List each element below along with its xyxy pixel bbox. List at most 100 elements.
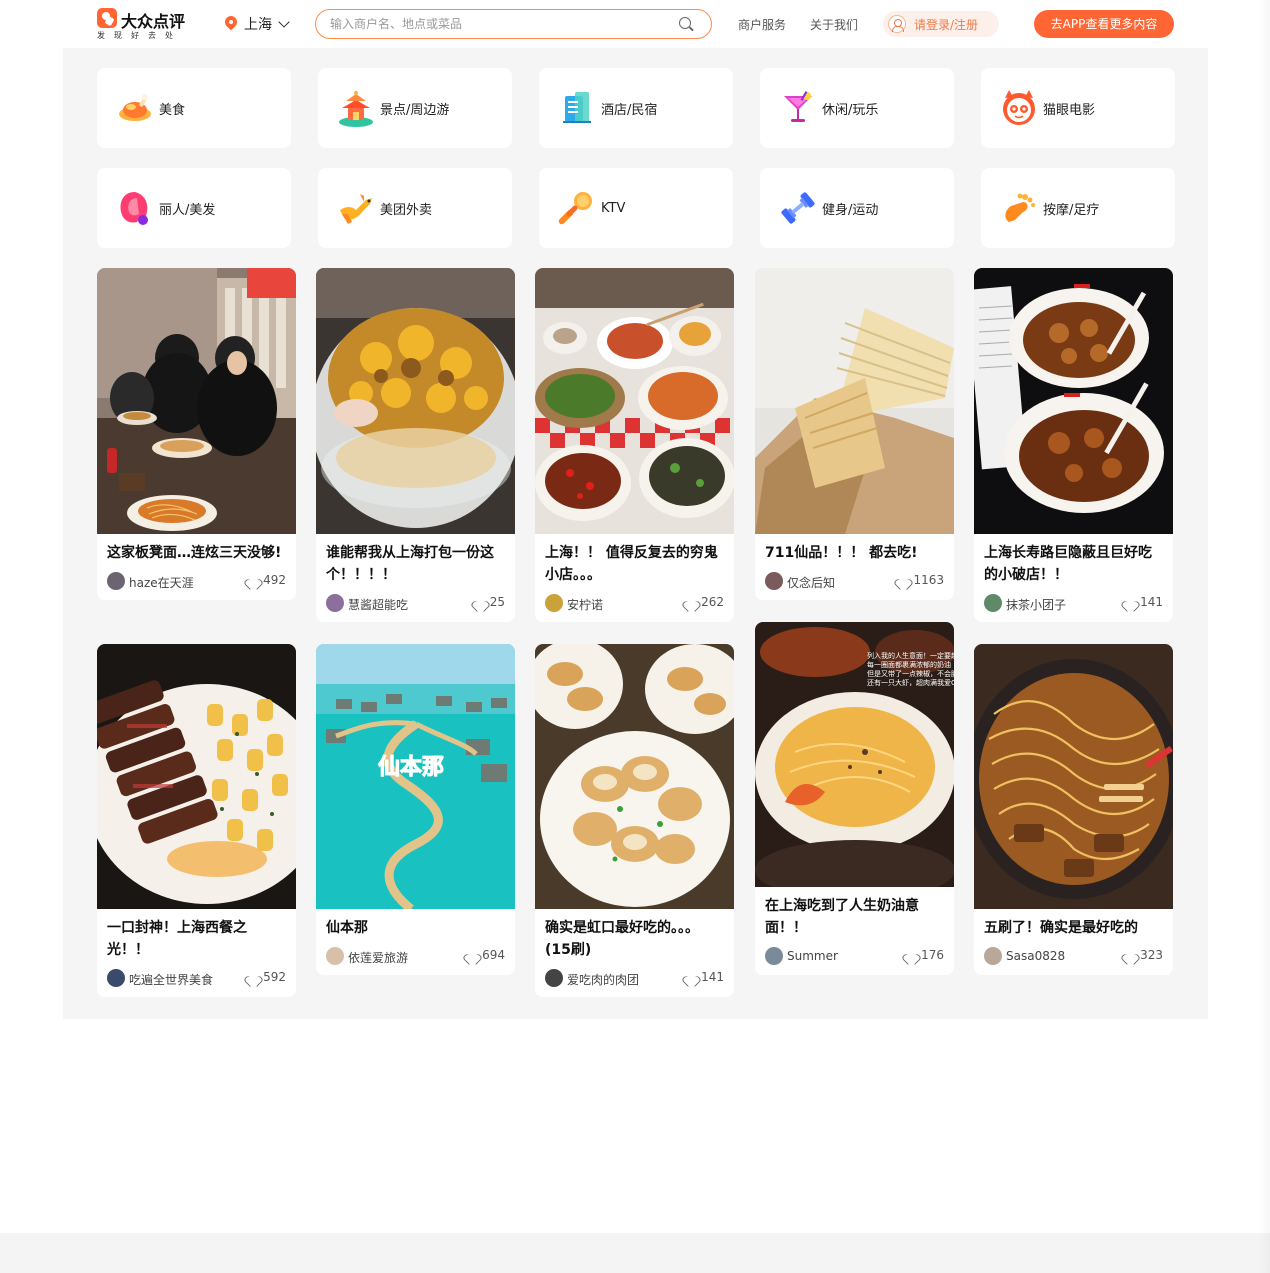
heart-icon: [905, 950, 917, 961]
heart-icon: [897, 575, 909, 586]
feed-meta: 仅念后知 1163: [755, 564, 954, 600]
feed-meta: 依莲爱旅游 694: [316, 939, 515, 975]
feed-card[interactable]: 这家板凳面…连炫三天没够! haze在天涯 492: [97, 268, 296, 600]
heart-icon: [1124, 597, 1136, 608]
like-button[interactable]: 141: [1124, 595, 1163, 609]
feed-username[interactable]: 吃遍全世界美食: [129, 971, 213, 988]
avatar[interactable]: [107, 969, 125, 987]
login-button[interactable]: 请登录/注册: [883, 11, 999, 37]
heart-icon: [466, 950, 478, 961]
category-hotel[interactable]: 酒店/民宿: [539, 68, 733, 148]
category-delivery[interactable]: 美团外卖: [318, 168, 512, 248]
like-button[interactable]: 323: [1124, 948, 1163, 962]
feed-card[interactable]: 谁能帮我从上海打包一份这个！！！！ 慧酱超能吃 25: [316, 268, 515, 622]
feed-card[interactable]: 711仙品！！！ 都去吃! 仅念后知 1163: [755, 268, 954, 600]
like-button[interactable]: 176: [905, 948, 944, 962]
like-button[interactable]: 492: [247, 573, 286, 587]
category-scenic[interactable]: 景点/周边游: [318, 68, 512, 148]
like-button[interactable]: 25: [474, 595, 505, 609]
search-icon[interactable]: [679, 17, 691, 29]
feed-card[interactable]: 五刷了！确实是最好吃的 Sasa0828 323: [974, 644, 1173, 975]
avatar[interactable]: [107, 572, 125, 590]
avatar[interactable]: [984, 947, 1002, 965]
feed-card[interactable]: 上海长寿路巨隐蔽且巨好吃的小破店！！ 抹茶小团子 141: [974, 268, 1173, 622]
kangaroo-icon: [336, 188, 376, 228]
feed-username[interactable]: Summer: [787, 949, 838, 963]
heart-icon: [247, 972, 259, 983]
feed-meta: Summer 176: [755, 939, 954, 975]
feed-card[interactable]: 一口封神！上海西餐之光！！ 吃遍全世界美食 592: [97, 644, 296, 997]
category-movie[interactable]: 猫眼电影: [981, 68, 1175, 148]
like-count: 25: [489, 595, 505, 609]
avatar[interactable]: [765, 572, 783, 590]
feed-username[interactable]: haze在天涯: [129, 574, 194, 591]
chevron-down-icon: [278, 16, 290, 28]
about-us-link[interactable]: 关于我们: [810, 16, 858, 33]
feed-username[interactable]: 依莲爱旅游: [348, 949, 408, 966]
search-box: [315, 9, 712, 39]
top-bar: 大众点评 发现好去处 上海 商户服务 关于我们 请登录/注册 去APP查看更多内…: [0, 0, 1270, 48]
user-icon: [888, 15, 906, 33]
feed-image: [535, 644, 734, 909]
avatar[interactable]: [765, 947, 783, 965]
feed-meta: 安柠诺 262: [535, 586, 734, 622]
feed-meta: Sasa0828 323: [974, 939, 1173, 975]
pagoda-icon: [336, 88, 376, 128]
logo-name: 大众点评: [121, 12, 186, 31]
like-button[interactable]: 1163: [897, 573, 944, 587]
category-label: KTV: [601, 200, 626, 216]
merchant-services-link[interactable]: 商户服务: [738, 16, 786, 33]
avatar[interactable]: [545, 969, 563, 987]
feed-card[interactable]: 确实是虹口最好吃的。。。(15刷) 爱吃肉的肉团 141: [535, 644, 734, 997]
city-selector[interactable]: 上海: [224, 14, 290, 34]
feed-username[interactable]: 仅念后知: [787, 574, 835, 591]
heart-icon: [1124, 950, 1136, 961]
category-beauty[interactable]: 丽人/美发: [97, 168, 291, 248]
like-button[interactable]: 141: [685, 970, 724, 984]
footer: [0, 1233, 1270, 1273]
feed-meta: 慧酱超能吃 25: [316, 586, 515, 622]
category-label: 猫眼电影: [1043, 102, 1096, 118]
login-label: 请登录/注册: [914, 17, 979, 32]
roast-chicken-icon: [115, 88, 155, 128]
avatar[interactable]: [326, 947, 344, 965]
feed-card[interactable]: 列入我的人生意面！一定要趁热吃！ 每一圈面都裹满浓郁的奶油 但是又带了一点辣椒，…: [755, 622, 954, 975]
logo-slogan: 发现好去处: [97, 31, 182, 40]
like-count: 323: [1140, 948, 1163, 962]
search-input[interactable]: [330, 15, 660, 33]
feed-username[interactable]: 抹茶小团子: [1006, 596, 1066, 613]
like-count: 141: [1140, 595, 1163, 609]
feed-title: 这家板凳面…连炫三天没够!: [107, 545, 282, 561]
feed-image: 列入我的人生意面！一定要趁热吃！ 每一圈面都裹满浓郁的奶油 但是又带了一点辣椒，…: [755, 622, 954, 887]
like-button[interactable]: 694: [466, 948, 505, 962]
avatar[interactable]: [326, 594, 344, 612]
category-leisure[interactable]: 休闲/玩乐: [760, 68, 954, 148]
category-ktv[interactable]: KTV: [539, 168, 733, 248]
feed-card[interactable]: 仙本那 仙本那 依莲爱旅游 694: [316, 644, 515, 975]
main-content: 美食 景点/周边游 酒店/民宿 休闲/玩乐 猫眼电影 丽人/美发 美团外卖 KT…: [63, 48, 1208, 1019]
like-button[interactable]: 262: [685, 595, 724, 609]
feed-username[interactable]: Sasa0828: [1006, 949, 1065, 963]
heart-icon: [685, 972, 697, 983]
feed-card[interactable]: 上海！！ 值得反复去的穷鬼小店。。。 安柠诺 262: [535, 268, 734, 622]
open-app-button[interactable]: 去APP查看更多内容: [1034, 10, 1174, 38]
heart-icon: [685, 597, 697, 608]
feed-image: [755, 268, 954, 534]
like-count: 141: [701, 970, 724, 984]
logo[interactable]: 大众点评 发现好去处: [97, 8, 197, 42]
feed-username[interactable]: 爱吃肉的肉团: [567, 971, 639, 988]
feed-username[interactable]: 慧酱超能吃: [348, 596, 408, 613]
category-food[interactable]: 美食: [97, 68, 291, 148]
like-button[interactable]: 592: [247, 970, 286, 984]
feed-username[interactable]: 安柠诺: [567, 596, 603, 613]
like-count: 492: [263, 573, 286, 587]
avatar[interactable]: [545, 594, 563, 612]
scrollbar-track: [1258, 0, 1270, 1273]
like-count: 1163: [913, 573, 944, 587]
heart-icon: [474, 597, 486, 608]
category-massage[interactable]: 按摩/足疗: [981, 168, 1175, 248]
category-fitness[interactable]: 健身/运动: [760, 168, 954, 248]
category-label: 休闲/玩乐: [822, 102, 879, 118]
avatar[interactable]: [984, 594, 1002, 612]
category-label: 丽人/美发: [159, 202, 216, 218]
